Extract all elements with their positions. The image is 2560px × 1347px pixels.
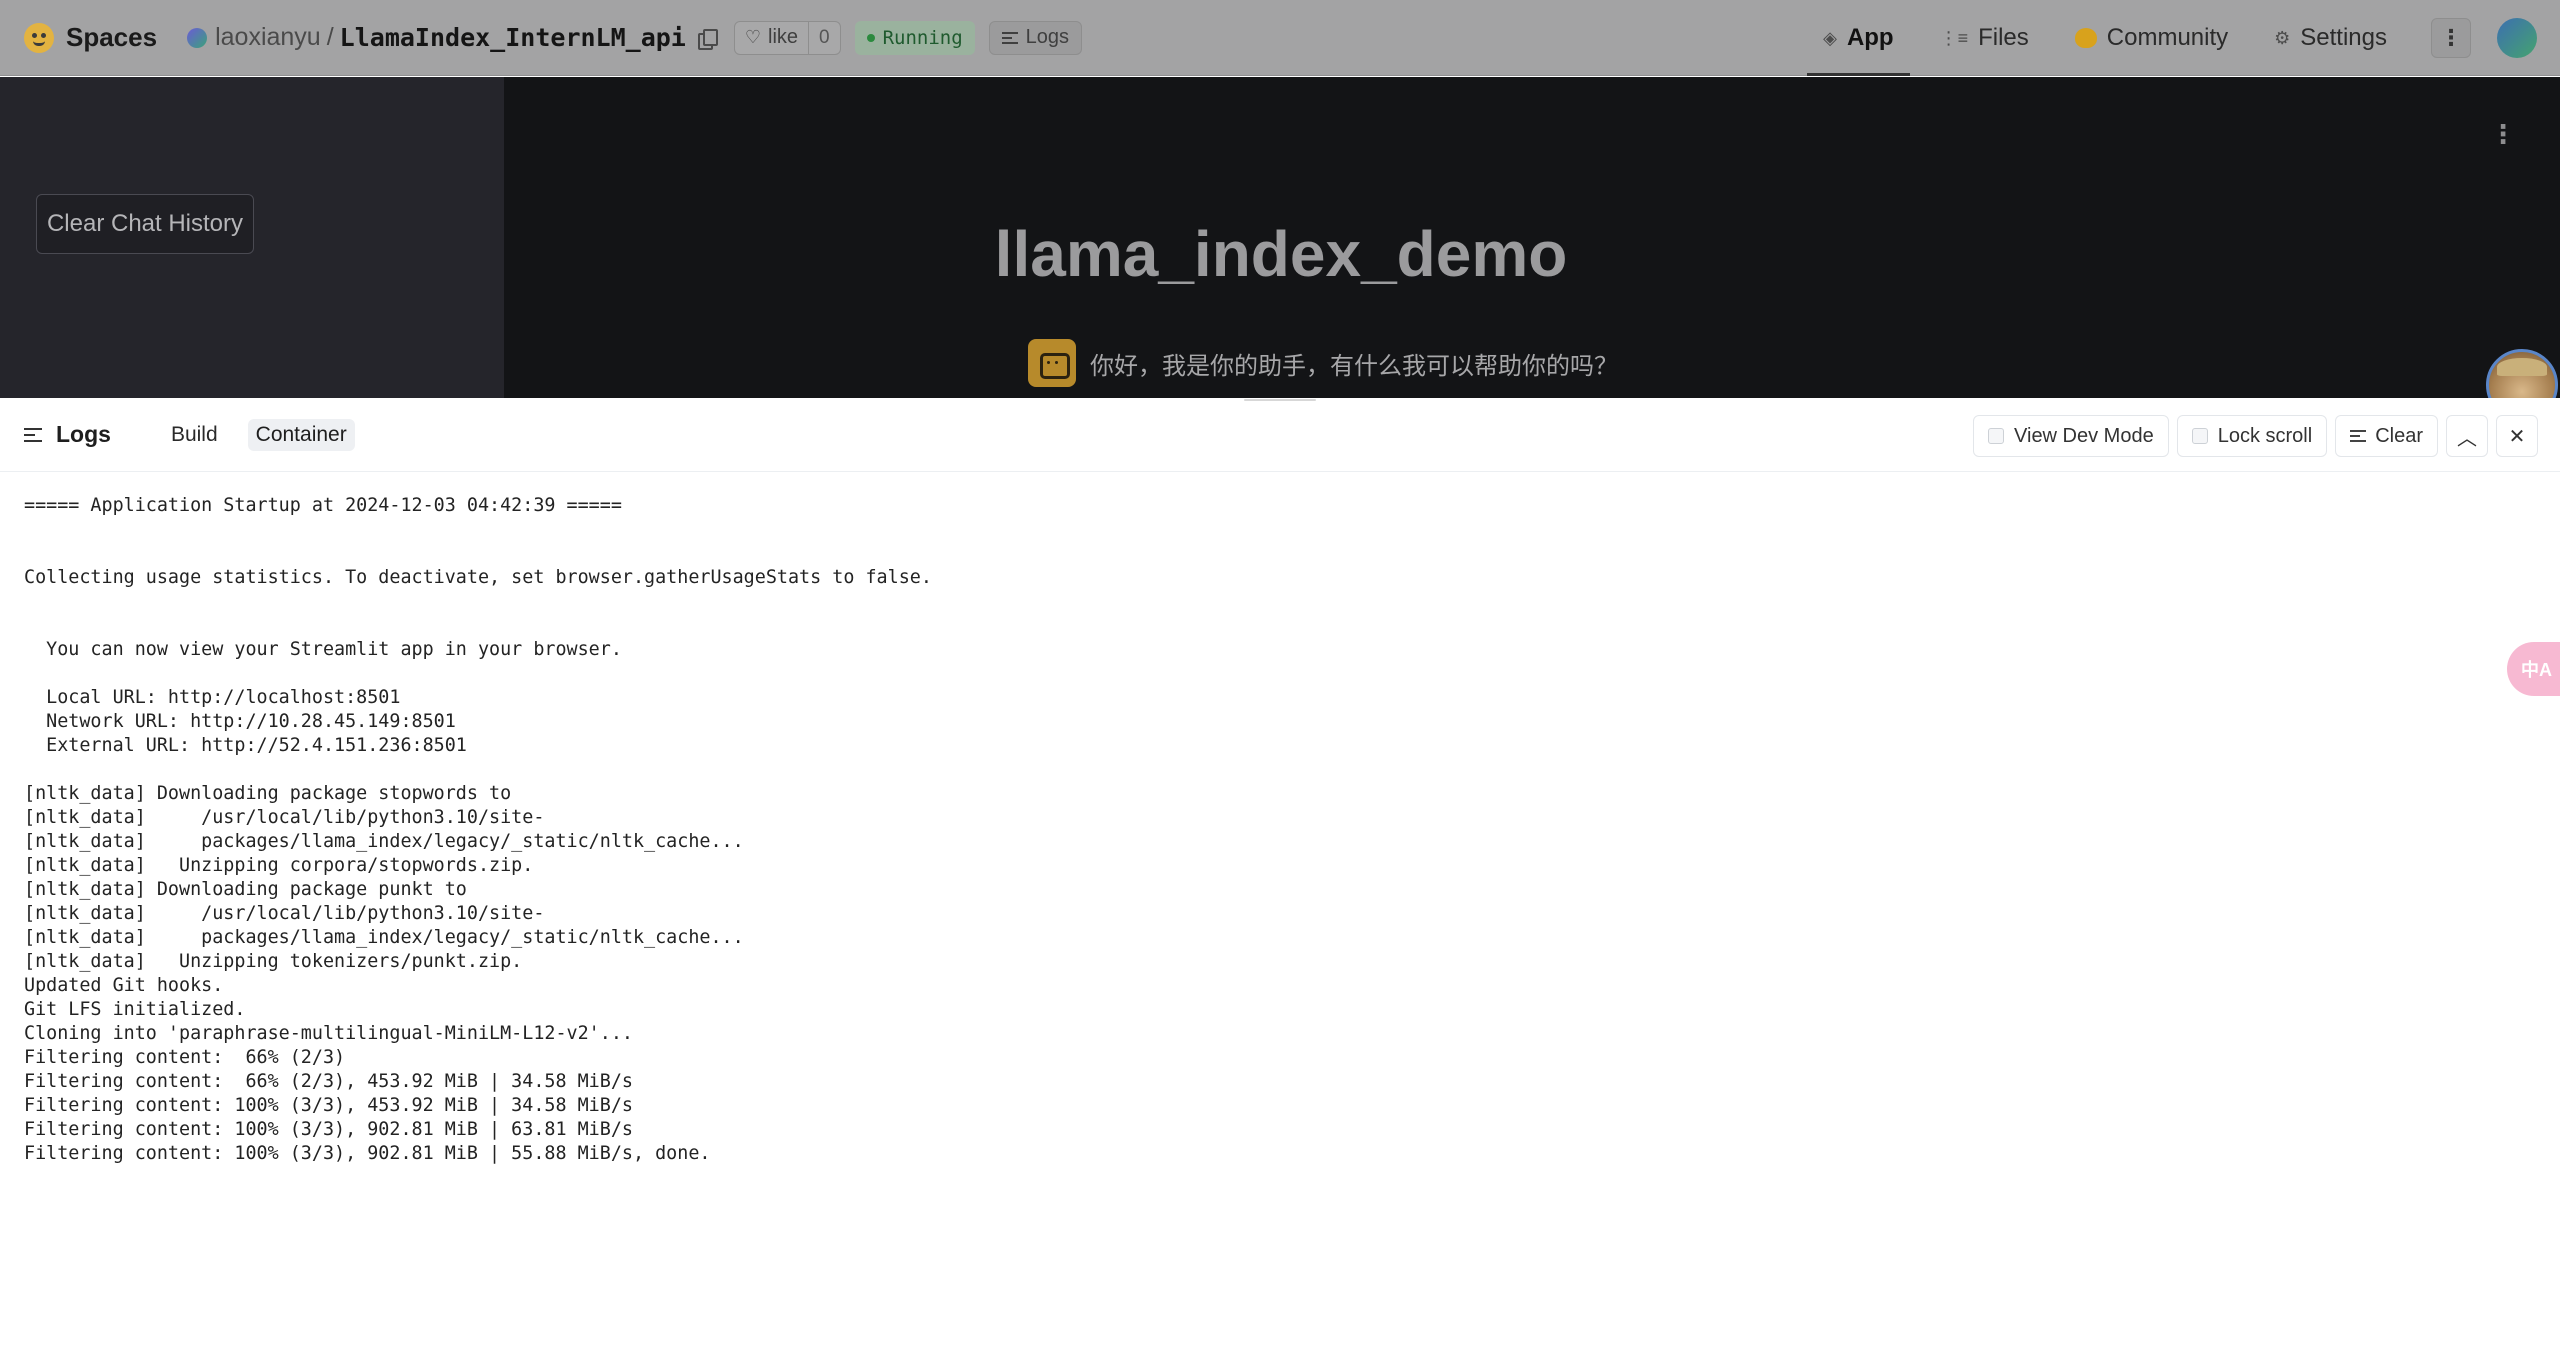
owner-link[interactable]: laoxianyu (215, 23, 321, 52)
tab-build[interactable]: Build (163, 419, 226, 451)
close-logs-button[interactable]: ✕ (2496, 415, 2538, 457)
app-menu-icon[interactable]: ⋮ (2490, 117, 2516, 151)
logs-button[interactable]: Logs (988, 20, 1083, 55)
log-line: [nltk_data] packages/llama_index/legacy/… (24, 927, 744, 948)
assistant-message: 你好，我是你的助手，有什么我可以帮助你的吗？ (1028, 339, 1618, 387)
log-line: Filtering content: 66% (2/3), 453.92 MiB… (24, 1071, 633, 1092)
lock-scroll-checkbox[interactable] (2191, 428, 2208, 444)
logs-button-label: Logs (1025, 26, 1070, 48)
view-dev-mode-label: View Dev Mode (2014, 424, 2154, 447)
log-line: Filtering content: 100% (3/3), 902.81 Mi… (24, 1143, 711, 1164)
files-icon: ⋮≡ (1939, 27, 1969, 48)
like-count[interactable]: 0 (808, 21, 840, 54)
status-badge[interactable]: Running (854, 20, 975, 55)
top-navigation-bar: Spaces laoxianyu / LlamaIndex_InternLM_a… (0, 0, 2560, 76)
tab-files-label: Files (1978, 24, 2029, 51)
log-line: [nltk_data] Unzipping corpora/stopwords.… (24, 855, 534, 876)
like-label: like (768, 26, 799, 48)
logs-panel: Logs Build Container View Dev Mode Lock … (0, 398, 2560, 1347)
copy-icon[interactable] (697, 28, 718, 50)
tab-files[interactable]: ⋮≡ Files (1924, 0, 2045, 76)
logs-title: Logs (24, 421, 111, 448)
log-actions: View Dev Mode Lock scroll Clear ︿ ✕ (1965, 415, 2538, 457)
log-line: ===== Application Startup at 2024-12-03 … (24, 495, 622, 516)
tab-settings-label: Settings (2300, 24, 2387, 51)
log-line: [nltk_data] Downloading package punkt to (24, 879, 467, 900)
chevron-up-icon: ︿ (2457, 427, 2477, 450)
log-output[interactable]: ===== Application Startup at 2024-12-03 … (24, 494, 2504, 1166)
status-dot-icon (866, 33, 875, 42)
log-line: Local URL: http://localhost:8501 (24, 687, 401, 708)
user-avatar[interactable] (2497, 18, 2537, 58)
floating-assistant-avatar[interactable] (2486, 349, 2558, 398)
repo-name-link[interactable]: LlamaIndex_InternLM_api (340, 23, 686, 52)
log-line: Filtering content: 100% (3/3), 453.92 Mi… (24, 1095, 633, 1116)
log-line: You can now view your Streamlit app in y… (24, 639, 622, 660)
huggingface-logo-icon (24, 22, 54, 53)
spaces-brand-link[interactable]: Spaces (24, 22, 157, 53)
more-options-button[interactable]: ⋮ (2431, 18, 2471, 58)
assistant-message-text: 你好，我是你的助手，有什么我可以帮助你的吗？ (1090, 351, 1618, 380)
tab-community[interactable]: Community (2059, 0, 2244, 76)
brand-text: Spaces (66, 22, 158, 52)
log-line: Cloning into 'paraphrase-multilingual-Mi… (24, 1023, 633, 1044)
collapse-logs-button[interactable]: ︿ (2446, 415, 2488, 457)
gear-icon: ⚙ (2274, 27, 2291, 48)
log-line: Filtering content: 66% (2/3) (24, 1047, 346, 1068)
clear-chat-history-button[interactable]: Clear Chat History (36, 194, 254, 254)
log-line: [nltk_data] /usr/local/lib/python3.10/si… (24, 903, 545, 924)
like-main[interactable]: ♡ like (735, 22, 808, 54)
community-icon (2074, 28, 2097, 48)
clear-logs-button[interactable]: Clear (2335, 415, 2438, 457)
app-title: llama_index_demo (994, 218, 1568, 290)
cube-icon: ◈ (1823, 27, 1837, 48)
app-sidebar: Clear Chat History (0, 77, 504, 398)
view-dev-mode-checkbox[interactable] (1988, 428, 2005, 444)
bot-avatar-icon (1028, 339, 1076, 387)
clear-logs-label: Clear (2375, 424, 2423, 447)
tab-container[interactable]: Container (247, 418, 355, 451)
translate-icon[interactable]: 中A (2507, 642, 2560, 696)
heart-icon: ♡ (744, 27, 761, 47)
logs-icon (1001, 31, 1018, 44)
log-line: [nltk_data] packages/llama_index/legacy/… (24, 831, 744, 852)
logs-title-text: Logs (56, 421, 111, 447)
lock-scroll-label: Lock scroll (2217, 424, 2313, 447)
space-tabs: ◈ App ⋮≡ Files Community ⚙ Settings ⋮ (1807, 0, 2560, 76)
app-iframe: Clear Chat History ⋮ llama_index_demo 你好… (0, 77, 2560, 398)
log-line: Collecting usage statistics. To deactiva… (24, 567, 932, 588)
close-icon: ✕ (2508, 425, 2526, 448)
tab-app-label: App (1846, 24, 1894, 51)
tab-settings[interactable]: ⚙ Settings (2258, 0, 2403, 76)
log-line: Updated Git hooks. (24, 975, 224, 996)
log-line: [nltk_data] /usr/local/lib/python3.10/si… (24, 807, 545, 828)
view-dev-mode-toggle[interactable]: View Dev Mode (1973, 415, 2169, 457)
log-line: Git LFS initialized. (24, 999, 246, 1020)
owner-avatar (187, 27, 208, 48)
clear-icon (2350, 430, 2367, 442)
tab-app[interactable]: ◈ App (1807, 0, 1910, 76)
tab-community-label: Community (2106, 24, 2229, 51)
status-text: Running (882, 26, 963, 49)
logs-title-icon (24, 427, 42, 442)
log-line: Network URL: http://10.28.45.149:8501 (24, 711, 456, 732)
logs-header: Logs Build Container View Dev Mode Lock … (0, 398, 2560, 472)
log-line: Filtering content: 100% (3/3), 902.81 Mi… (24, 1119, 633, 1140)
breadcrumb-separator: / (326, 23, 334, 51)
log-line: External URL: http://52.4.151.236:8501 (24, 735, 467, 756)
like-button[interactable]: ♡ like 0 (733, 20, 841, 55)
repo-breadcrumb: laoxianyu / LlamaIndex_InternLM_api (187, 23, 718, 52)
log-line: [nltk_data] Unzipping tokenizers/punkt.z… (24, 951, 523, 972)
log-line: [nltk_data] Downloading package stopword… (24, 783, 512, 804)
lock-scroll-toggle[interactable]: Lock scroll (2176, 415, 2328, 457)
